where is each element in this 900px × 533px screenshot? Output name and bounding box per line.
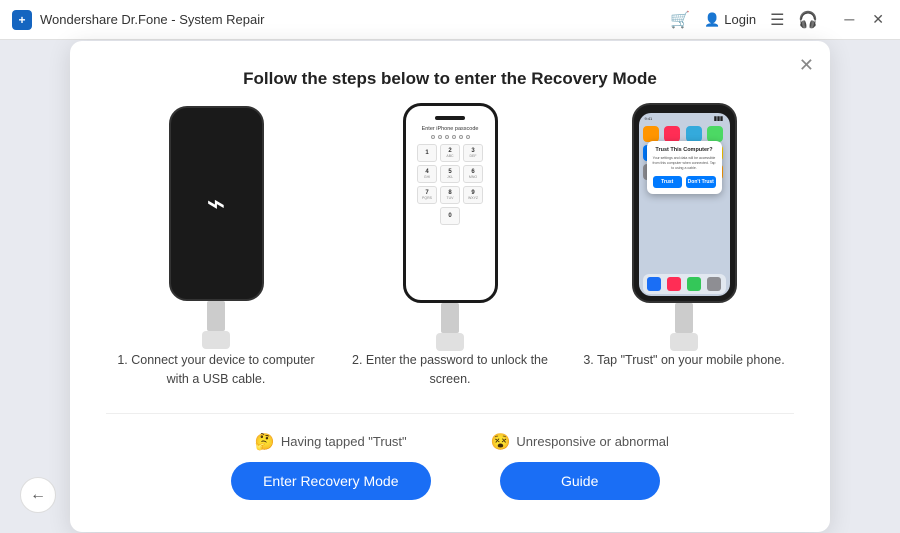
recovery-mode-dialog: ✕ Follow the steps below to enter the Re… xyxy=(70,41,830,532)
dialog-close-button[interactable]: ✕ xyxy=(799,55,814,76)
step-1-image: ⌁ xyxy=(169,117,264,337)
key-9: 9WXYZ xyxy=(463,186,483,204)
bottom-actions: 🤔 Having tapped "Trust" Enter Recovery M… xyxy=(106,432,794,500)
passcode-dots xyxy=(431,135,470,139)
close-button[interactable]: ✕ xyxy=(868,11,888,28)
app-icon xyxy=(707,126,723,142)
key-5: 5JKL xyxy=(440,165,460,183)
phone3-screen: 9:41 ▊▊▊ xyxy=(639,113,730,296)
phone3: 9:41 ▊▊▊ xyxy=(632,103,737,303)
passcode-label: Enter iPhone passcode xyxy=(422,126,479,132)
trust-emoji: 🤔 xyxy=(255,432,275,452)
app-logo: + xyxy=(12,10,32,30)
titlebar-right: 🛒 👤 Login ☰ 🎧 ─ ✕ xyxy=(670,10,888,30)
step-2-image: Enter iPhone passcode 1 xyxy=(403,117,498,337)
phone-notch xyxy=(435,116,465,120)
step-2: Enter iPhone passcode 1 xyxy=(340,117,560,389)
phone2: Enter iPhone passcode 1 xyxy=(403,103,498,303)
key-3: 3DEF xyxy=(463,144,483,162)
dont-trust-button[interactable]: Don't Trust xyxy=(686,176,716,188)
key-0: 0 xyxy=(440,207,460,225)
dock-icon xyxy=(687,277,701,291)
headset-icon[interactable]: 🎧 xyxy=(798,10,818,30)
guide-button[interactable]: Guide xyxy=(500,462,660,500)
trust-label: 🤔 Having tapped "Trust" xyxy=(255,432,407,452)
app-title: Wondershare Dr.Fone - System Repair xyxy=(40,12,264,27)
step-3-image: 9:41 ▊▊▊ xyxy=(632,117,737,337)
trust-buttons: Trust Don't Trust xyxy=(653,176,716,188)
app-icon xyxy=(643,126,659,142)
enter-recovery-button[interactable]: Enter Recovery Mode xyxy=(231,462,430,500)
divider xyxy=(106,413,794,414)
user-icon: 👤 xyxy=(704,12,720,28)
dock-icon xyxy=(707,277,721,291)
app-icon xyxy=(664,126,680,142)
usb-icon: ⌁ xyxy=(206,184,225,222)
dock-icon xyxy=(667,277,681,291)
step-3: 9:41 ▊▊▊ xyxy=(574,117,794,370)
key-2: 2ABC xyxy=(440,144,460,162)
abnormal-label: 😵 Unresponsive or abnormal xyxy=(491,432,669,452)
dock-icon xyxy=(647,277,661,291)
minimize-button[interactable]: ─ xyxy=(840,11,858,28)
enter-recovery-group: 🤔 Having tapped "Trust" Enter Recovery M… xyxy=(231,432,430,500)
titlebar-left: + Wondershare Dr.Fone - System Repair xyxy=(12,10,264,30)
guide-group: 😵 Unresponsive or abnormal Guide xyxy=(491,432,669,500)
step-1: ⌁ 1. Connect your device to computer wit… xyxy=(106,117,326,389)
trust-dialog: Trust This Computer? Your settings and d… xyxy=(647,141,722,194)
main-area: ← ✕ Follow the steps below to enter the … xyxy=(0,40,900,533)
back-button[interactable]: ← xyxy=(20,477,56,513)
steps-row: ⌁ 1. Connect your device to computer wit… xyxy=(106,117,794,389)
cart-icon[interactable]: 🛒 xyxy=(670,10,690,30)
key-4: 4GHI xyxy=(417,165,437,183)
menu-icon[interactable]: ☰ xyxy=(770,10,784,30)
trust-title: Trust This Computer? xyxy=(653,147,716,153)
trust-text: Your settings and data will be accessibl… xyxy=(653,156,716,171)
trust-button[interactable]: Trust xyxy=(653,176,683,188)
app-icon xyxy=(686,126,702,142)
titlebar: + Wondershare Dr.Fone - System Repair 🛒 … xyxy=(0,0,900,40)
dialog-title: Follow the steps below to enter the Reco… xyxy=(106,69,794,89)
key-1: 1 xyxy=(417,144,437,162)
login-button[interactable]: 👤 Login xyxy=(704,12,756,28)
phone1: ⌁ xyxy=(169,106,264,301)
window-controls: ─ ✕ xyxy=(840,11,888,28)
key-7: 7PQRS xyxy=(417,186,437,204)
step-2-desc: 2. Enter the password to unlock the scre… xyxy=(340,351,560,389)
step-1-desc: 1. Connect your device to computer with … xyxy=(106,351,326,389)
back-arrow-icon: ← xyxy=(30,486,46,504)
abnormal-emoji: 😵 xyxy=(491,432,511,452)
numpad: 1 2ABC 3DEF 4GHI 5JKL 6MNO 7PQRS 8TUV 9W… xyxy=(417,144,483,225)
key-8: 8TUV xyxy=(440,186,460,204)
step-3-desc: 3. Tap "Trust" on your mobile phone. xyxy=(583,351,784,370)
status-bar: 9:41 ▊▊▊ xyxy=(639,113,730,124)
key-6: 6MNO xyxy=(463,165,483,183)
